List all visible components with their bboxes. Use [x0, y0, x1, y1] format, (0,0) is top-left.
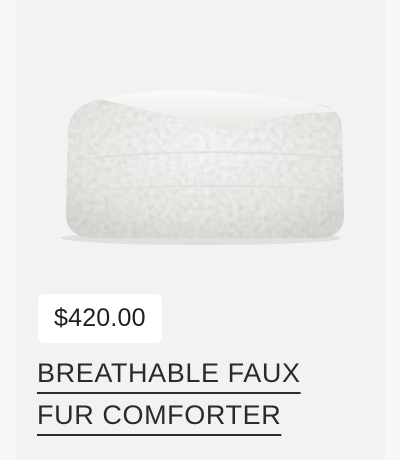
price-badge: $420.00	[38, 294, 162, 343]
product-card[interactable]: $420.00 BREATHABLE FAUX FUR COMFORTER	[16, 0, 385, 460]
product-image[interactable]	[16, 0, 385, 300]
price-value: $420.00	[54, 304, 146, 332]
product-title-link[interactable]: BREATHABLE FAUX FUR COMFORTER	[37, 358, 301, 430]
product-title: BREATHABLE FAUX FUR COMFORTER	[37, 352, 337, 436]
